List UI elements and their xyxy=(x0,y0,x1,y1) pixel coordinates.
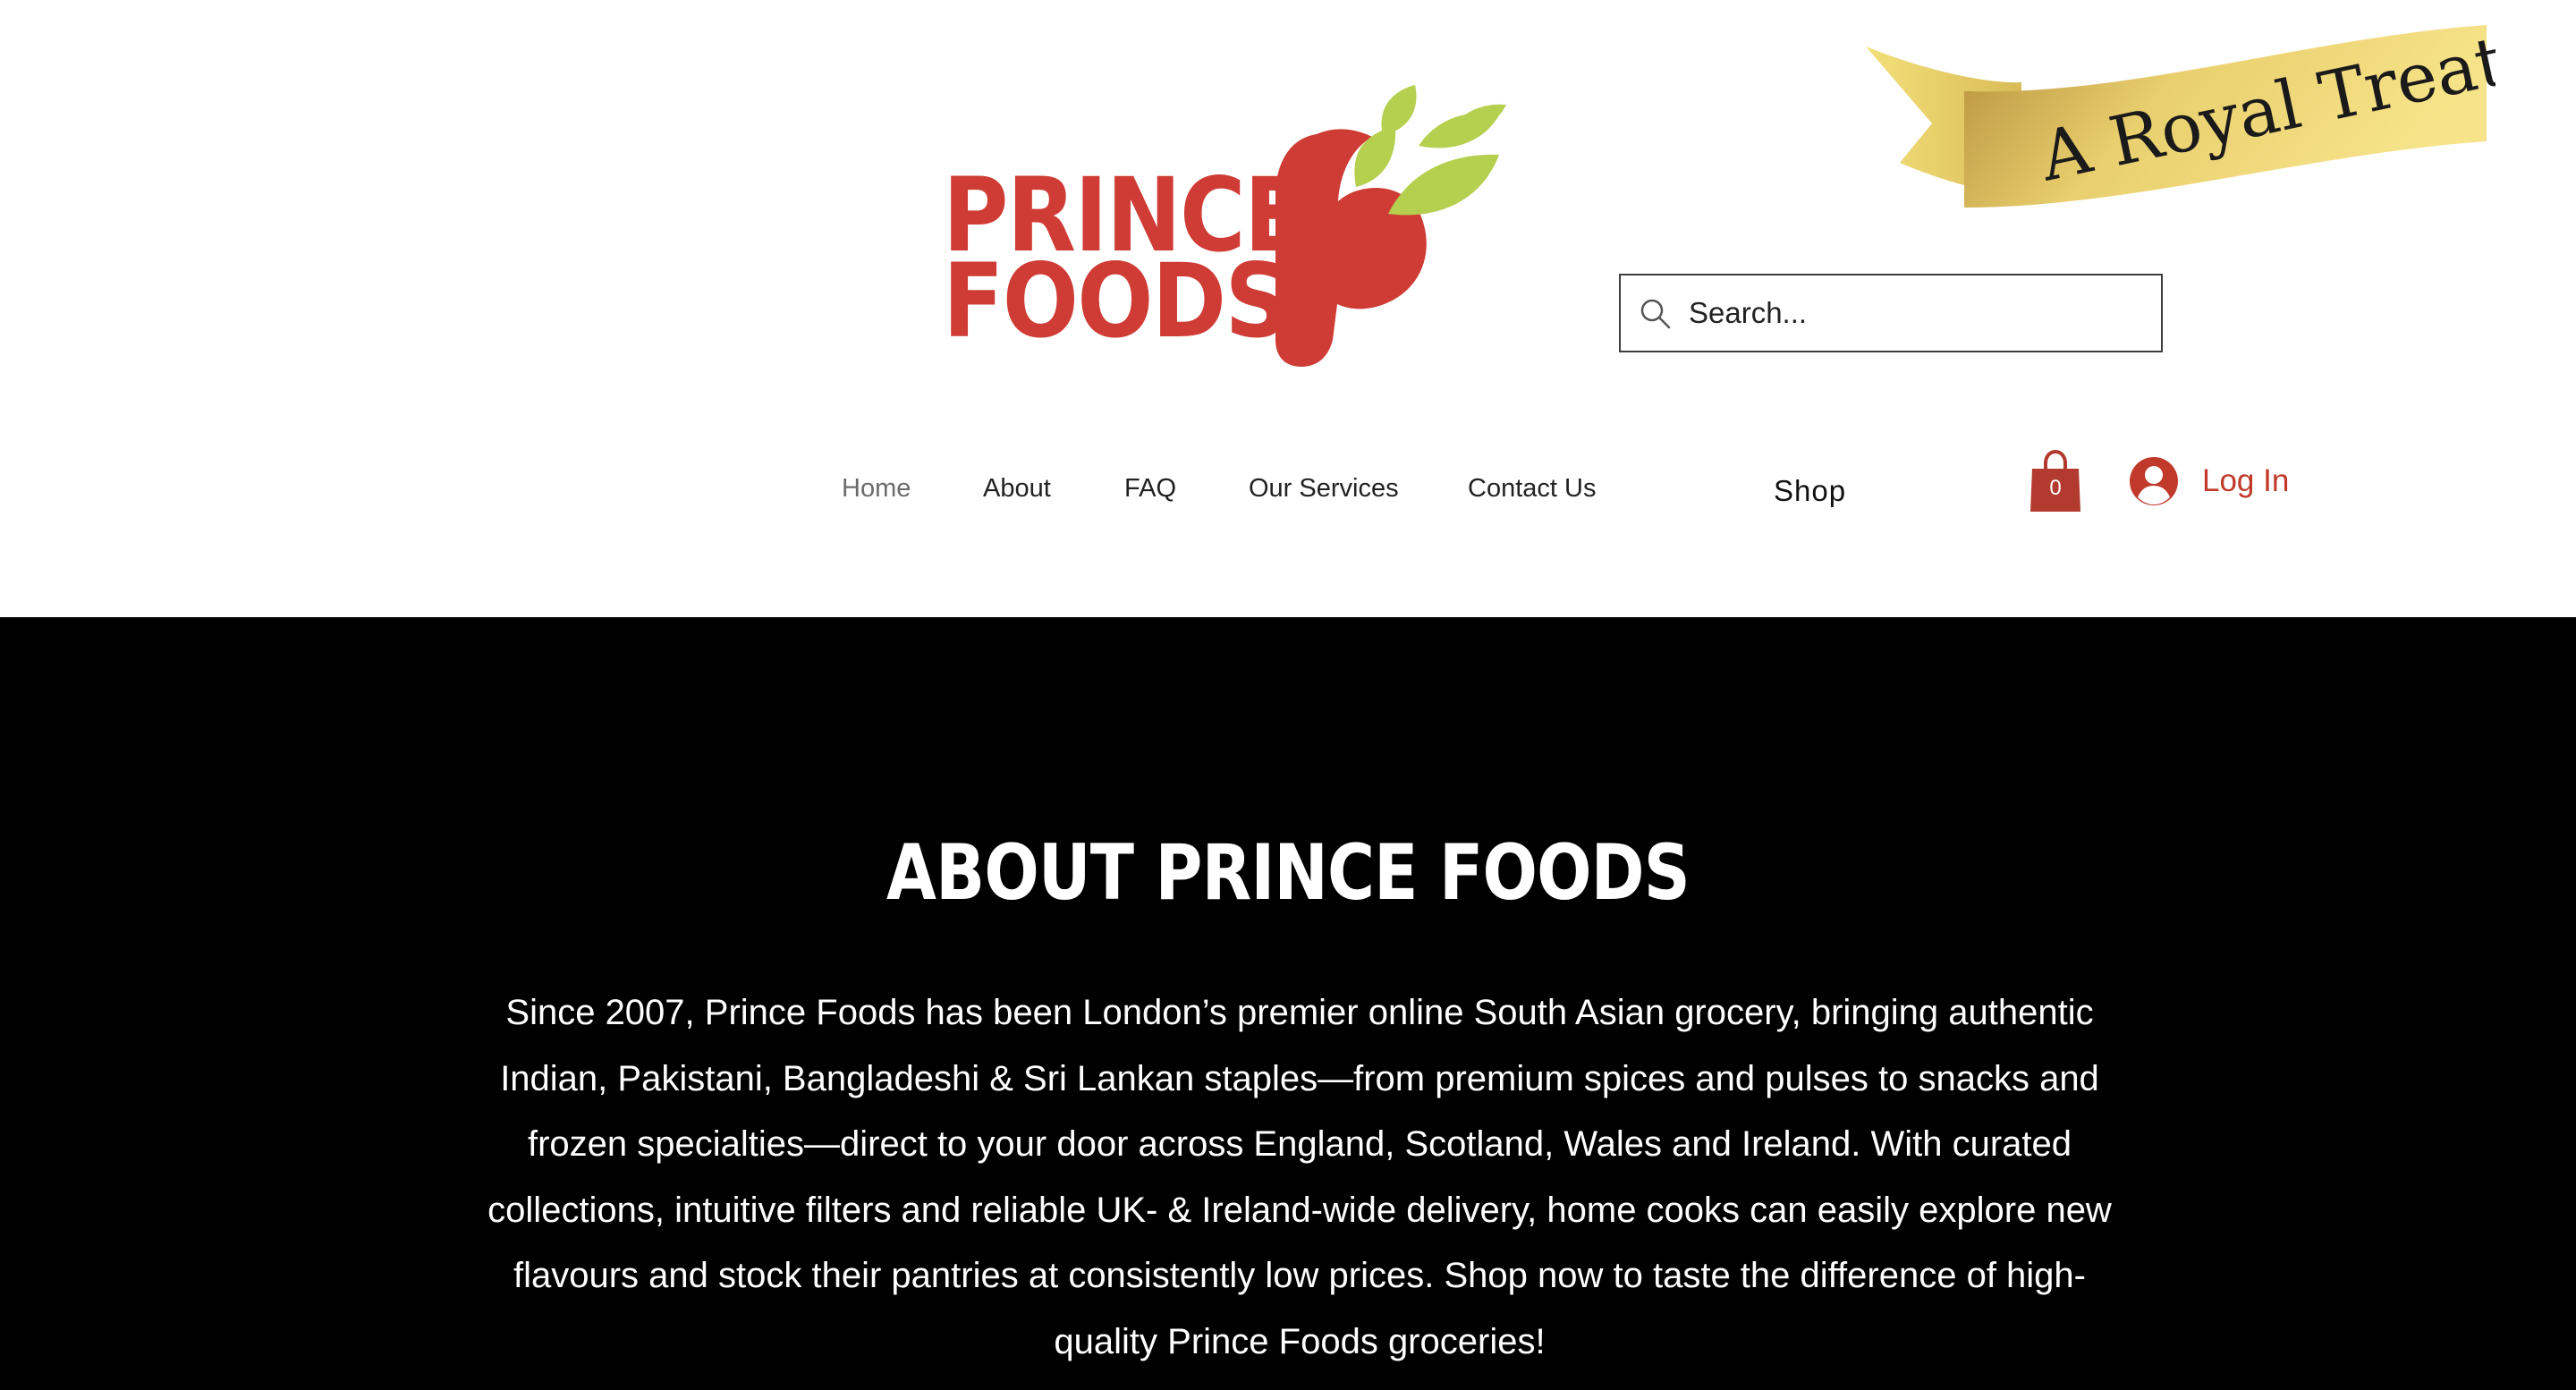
search-box[interactable] xyxy=(1619,274,2163,352)
page: PRINCE FOODS A Royal Treat Search... Hom… xyxy=(0,0,2576,1390)
login-button[interactable]: Log In xyxy=(2129,453,2326,510)
about-section: ABOUT PRINCE FOODS Since 2007, Prince Fo… xyxy=(0,617,2576,1390)
search-icon xyxy=(1640,299,1671,329)
nav-item-home[interactable]: Home xyxy=(842,474,911,504)
nav-item-our-services[interactable]: Our Services xyxy=(1249,474,1399,504)
nav-item-about[interactable]: About xyxy=(983,474,1051,504)
about-description: Since 2007, Prince Foods has been London… xyxy=(487,993,2112,1361)
nav-item-faq[interactable]: FAQ xyxy=(1124,474,1176,504)
cart-button[interactable]: 0 xyxy=(2029,449,2082,513)
about-title: ABOUT PRINCE FOODS xyxy=(886,828,1690,918)
logo-line-2: FOODS xyxy=(943,242,1290,360)
search-input[interactable] xyxy=(1689,275,2145,351)
logo-wordmark: PRINCE FOODS xyxy=(943,165,1305,352)
site-header: PRINCE FOODS A Royal Treat Search... Hom… xyxy=(0,0,2576,617)
prince-foods-logo[interactable]: PRINCE FOODS xyxy=(930,49,1538,371)
cart-count-badge: 0 xyxy=(2049,476,2062,500)
nav-item-contact-us[interactable]: Contact Us xyxy=(1468,474,1596,504)
user-avatar-icon xyxy=(2130,457,2178,505)
login-label: Log In xyxy=(2202,463,2290,498)
royal-treat-banner: A Royal Treat xyxy=(1860,20,2496,216)
ribbon-banner-graphic: A Royal Treat xyxy=(1866,21,2496,208)
shop-link[interactable]: Shop xyxy=(1774,474,1846,508)
